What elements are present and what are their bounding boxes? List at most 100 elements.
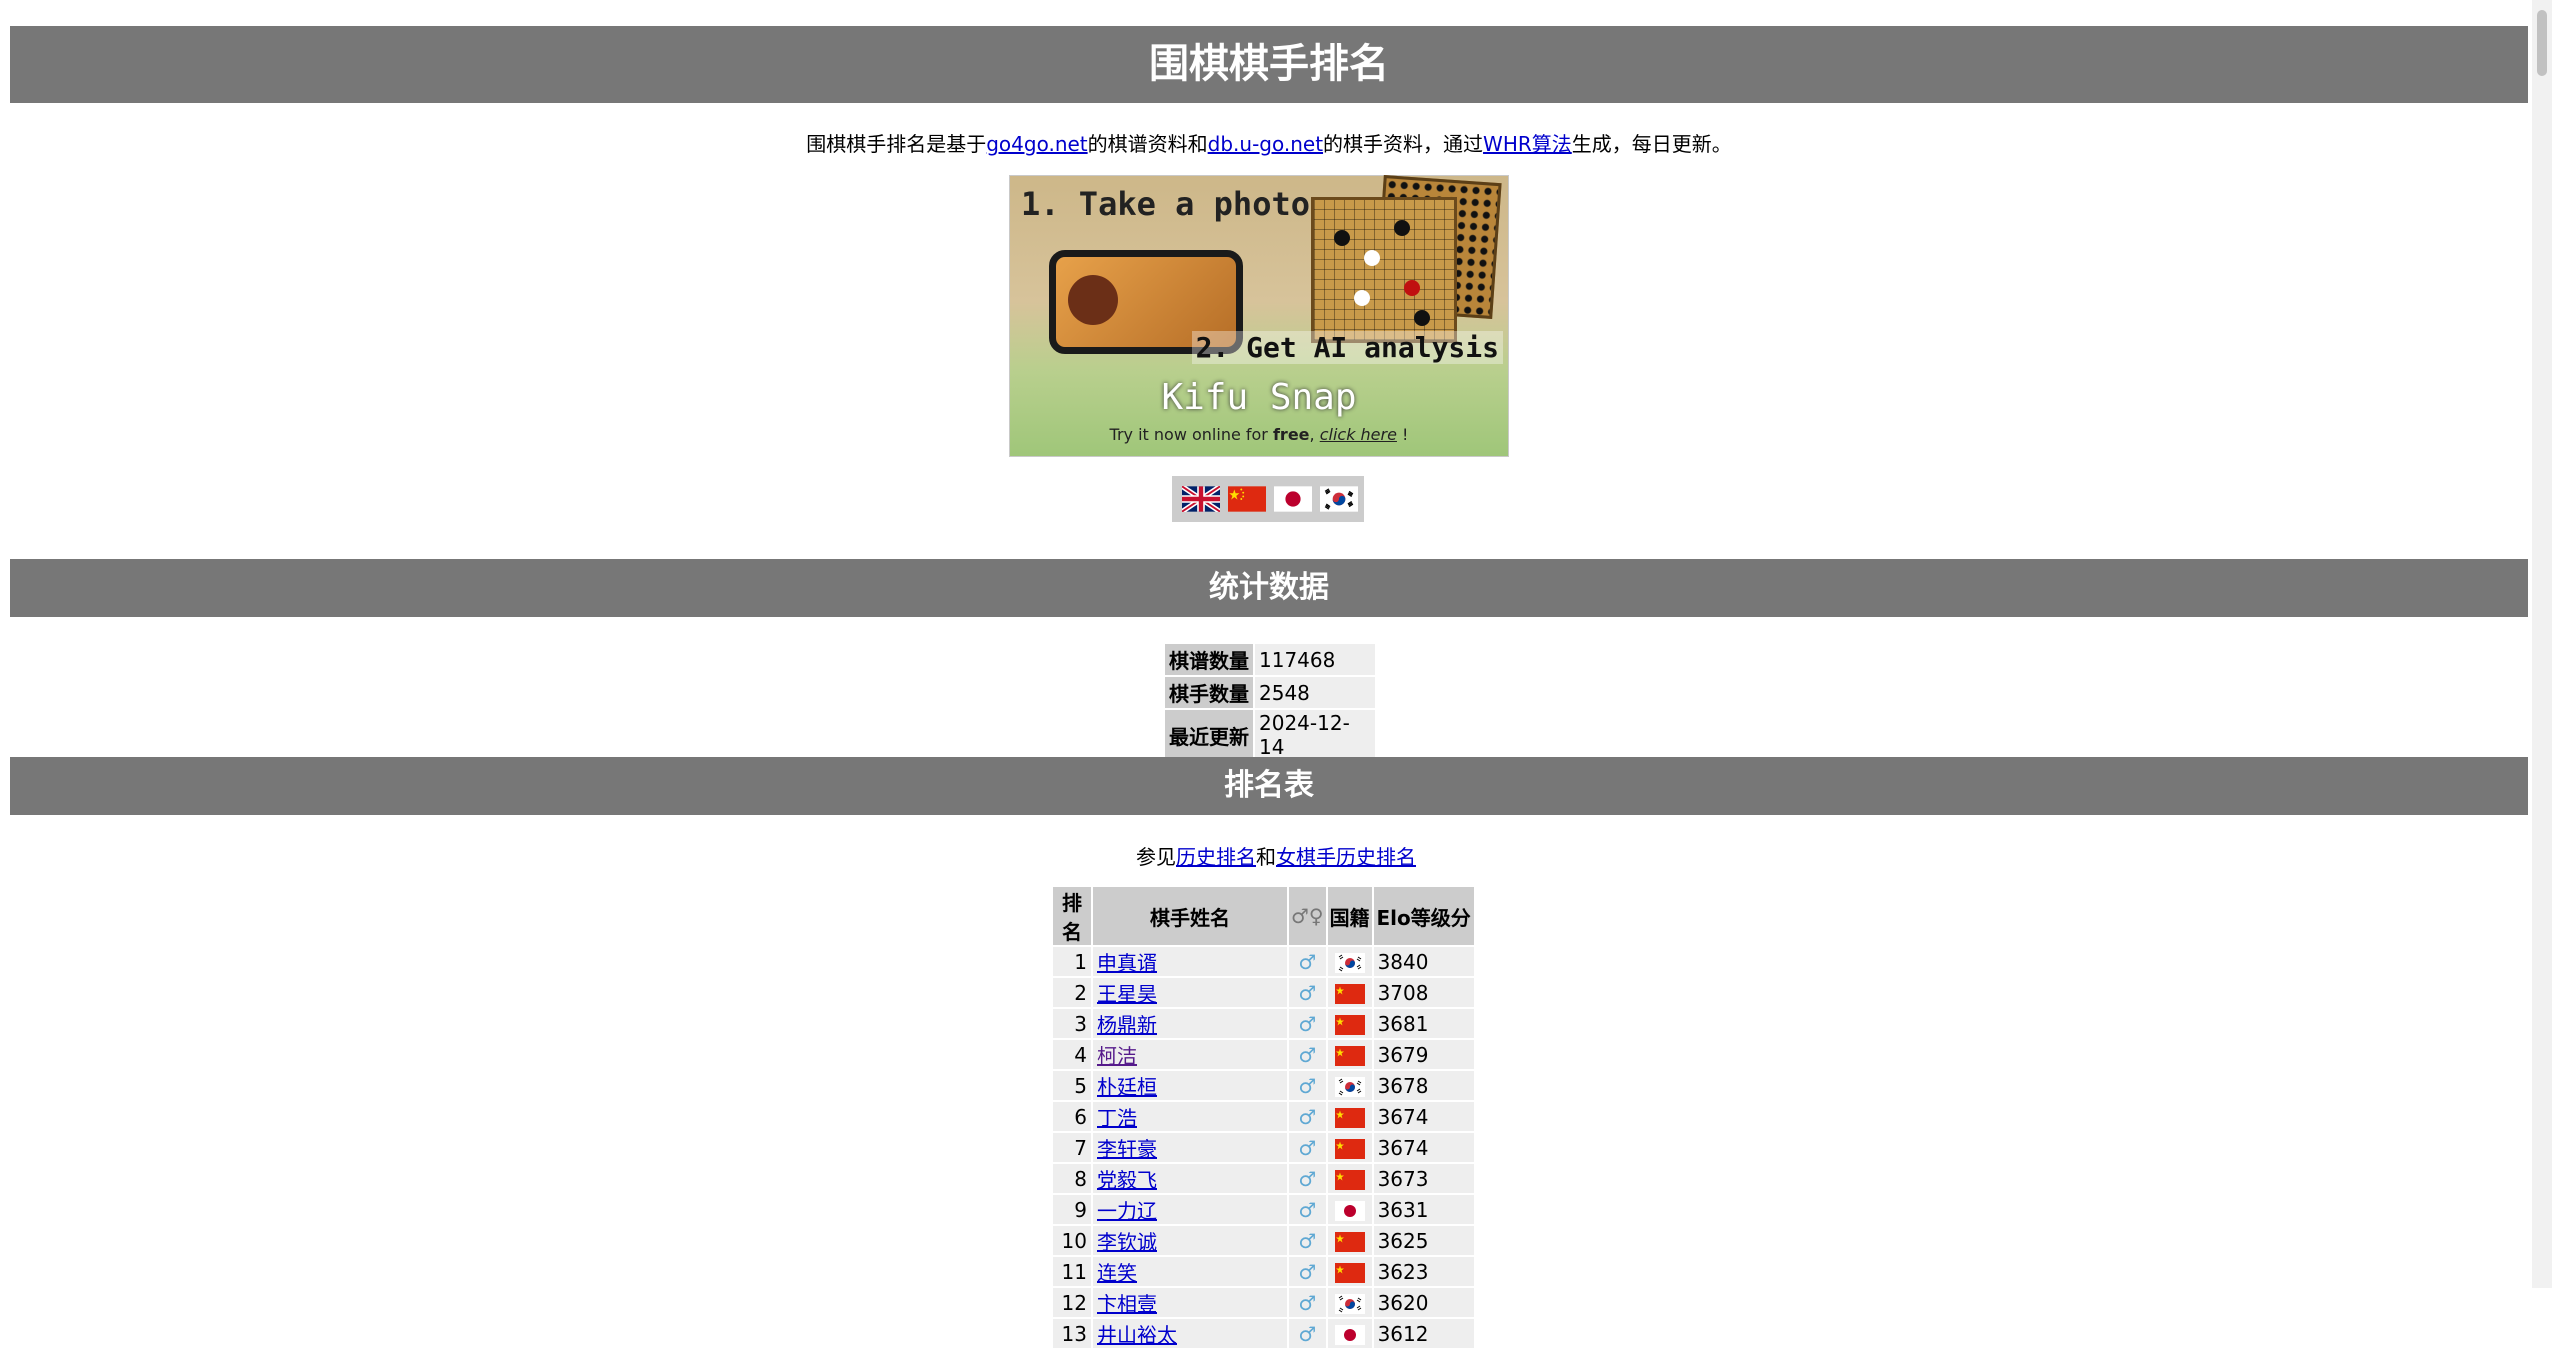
player-link[interactable]: 一力辽 xyxy=(1097,1199,1157,1223)
banner-step-2: 2. Get AI analysis xyxy=(1191,331,1503,364)
stats-value: 2548 xyxy=(1255,677,1375,708)
history-ranking-link[interactable]: 历史排名 xyxy=(1176,845,1256,869)
see-also-and: 和 xyxy=(1256,845,1276,869)
table-row: 6 丁浩 ♂ 3674 xyxy=(1053,1102,1474,1131)
intro-text-2: 的棋谱资料和 xyxy=(1087,132,1208,156)
china-flag-icon xyxy=(1327,1102,1372,1131)
name-cell: 一力辽 xyxy=(1093,1195,1287,1224)
china-flag-icon[interactable] xyxy=(1228,486,1266,512)
table-row: 9 一力辽 ♂ 3631 xyxy=(1053,1195,1474,1224)
col-elo: Elo等级分 xyxy=(1373,887,1474,945)
stats-label: 最近更新 xyxy=(1165,710,1253,760)
rank-cell: 8 xyxy=(1053,1164,1091,1193)
elo-cell: 3679 xyxy=(1373,1040,1474,1069)
korea-flag-icon xyxy=(1327,1288,1372,1317)
elo-cell: 3708 xyxy=(1373,978,1474,1007)
stats-row: 棋手数量 2548 xyxy=(1165,677,1375,708)
intro-text-4: 生成，每日更新。 xyxy=(1571,132,1732,156)
table-row: 4 柯洁 ♂ 3679 xyxy=(1053,1040,1474,1069)
player-link[interactable]: 李轩豪 xyxy=(1097,1137,1157,1161)
elo-cell: 3625 xyxy=(1373,1226,1474,1255)
elo-cell: 3612 xyxy=(1373,1319,1474,1348)
player-link[interactable]: 党毅飞 xyxy=(1097,1168,1157,1192)
rank-cell: 1 xyxy=(1053,947,1091,976)
name-cell: 党毅飞 xyxy=(1093,1164,1287,1193)
ranking-header-row: 排名 棋手姓名 ♂♀ 国籍 Elo等级分 xyxy=(1053,887,1474,945)
stats-label: 棋谱数量 xyxy=(1165,644,1253,675)
intro-text-3: 的棋手资料，通过 xyxy=(1323,132,1484,156)
red-marker-stone xyxy=(1404,280,1420,296)
name-cell: 连笑 xyxy=(1093,1257,1287,1286)
kifu-snap-banner[interactable]: 1. Take a photo 2. Get AI analysis Kifu … xyxy=(1009,175,1509,457)
korea-flag-icon[interactable] xyxy=(1320,486,1358,512)
player-link[interactable]: 连笑 xyxy=(1097,1261,1137,1285)
player-link[interactable]: 杨鼎新 xyxy=(1097,1013,1157,1037)
banner-cta-free: free xyxy=(1272,425,1310,444)
player-link[interactable]: 李钦诚 xyxy=(1097,1230,1157,1254)
korea-flag-icon xyxy=(1327,947,1372,976)
male-icon: ♂ xyxy=(1289,1102,1326,1131)
table-row: 10 李钦诚 ♂ 3625 xyxy=(1053,1226,1474,1255)
name-cell: 李钦诚 xyxy=(1093,1226,1287,1255)
player-link[interactable]: 朴廷桓 xyxy=(1097,1075,1157,1099)
rank-cell: 12 xyxy=(1053,1288,1091,1317)
go4go-link[interactable]: go4go.net xyxy=(986,132,1087,156)
elo-cell: 3620 xyxy=(1373,1288,1474,1317)
elo-cell: 3678 xyxy=(1373,1071,1474,1100)
elo-cell: 3681 xyxy=(1373,1009,1474,1038)
male-icon: ♂ xyxy=(1289,1040,1326,1069)
col-sex: ♂♀ xyxy=(1289,887,1326,945)
elo-cell: 3673 xyxy=(1373,1164,1474,1193)
rank-cell: 13 xyxy=(1053,1319,1091,1348)
black-stone xyxy=(1334,230,1350,246)
name-cell: 卞相壹 xyxy=(1093,1288,1287,1317)
black-stone xyxy=(1394,220,1410,236)
go-bowl-illustration xyxy=(1068,275,1118,325)
banner-cta-sep: , xyxy=(1309,425,1320,444)
page-title: 围棋棋手排名 xyxy=(10,26,2528,103)
table-row: 11 连笑 ♂ 3623 xyxy=(1053,1257,1474,1286)
banner-cta: Try it now online for free, click here ! xyxy=(1009,425,1509,444)
ugo-db-link[interactable]: db.u-go.net xyxy=(1208,132,1323,156)
name-cell: 丁浩 xyxy=(1093,1102,1287,1131)
player-link[interactable]: 申真谞 xyxy=(1097,951,1157,975)
rank-cell: 7 xyxy=(1053,1133,1091,1162)
scrollbar-thumb[interactable] xyxy=(2537,10,2547,76)
player-link[interactable]: 卞相壹 xyxy=(1097,1292,1157,1316)
elo-cell: 3674 xyxy=(1373,1102,1474,1131)
player-link[interactable]: 王星昊 xyxy=(1097,982,1157,1006)
stats-row: 棋谱数量 117468 xyxy=(1165,644,1375,675)
vertical-scrollbar[interactable] xyxy=(2532,0,2552,1288)
japan-flag-icon[interactable] xyxy=(1274,486,1312,512)
rank-cell: 11 xyxy=(1053,1257,1091,1286)
female-history-ranking-link[interactable]: 女棋手历史排名 xyxy=(1276,845,1416,869)
china-flag-icon xyxy=(1327,1040,1372,1069)
male-icon: ♂ xyxy=(1289,1319,1326,1348)
table-row: 8 党毅飞 ♂ 3673 xyxy=(1053,1164,1474,1193)
col-nationality: 国籍 xyxy=(1327,887,1372,945)
banner-click-here-link[interactable]: click here xyxy=(1320,425,1397,444)
male-icon: ♂ xyxy=(1289,1226,1326,1255)
player-link[interactable]: 丁浩 xyxy=(1097,1106,1137,1130)
english-flag-icon[interactable] xyxy=(1182,486,1220,512)
male-icon: ♂ xyxy=(1289,1071,1326,1100)
name-cell: 申真谞 xyxy=(1093,947,1287,976)
ranking-table: 排名 棋手姓名 ♂♀ 国籍 Elo等级分 1 申真谞 ♂ 3840 2 王星昊 ♂ 3708 3… xyxy=(1051,885,1476,1350)
whr-link[interactable]: WHR算法 xyxy=(1483,132,1572,156)
intro-text: 围棋棋手排名是基于go4go.net的棋谱资料和db.u-go.net的棋手资料… xyxy=(10,130,2528,158)
black-stone xyxy=(1414,310,1430,326)
see-also-line: 参见历史排名和女棋手历史排名 xyxy=(0,841,2552,870)
male-icon: ♂ xyxy=(1289,947,1326,976)
table-row: 3 杨鼎新 ♂ 3681 xyxy=(1053,1009,1474,1038)
male-icon: ♂ xyxy=(1289,978,1326,1007)
player-link[interactable]: 井山裕太 xyxy=(1097,1323,1177,1347)
name-cell: 朴廷桓 xyxy=(1093,1071,1287,1100)
see-also-prefix: 参见 xyxy=(1136,845,1176,869)
elo-cell: 3674 xyxy=(1373,1133,1474,1162)
rank-cell: 10 xyxy=(1053,1226,1091,1255)
table-row: 12 卞相壹 ♂ 3620 xyxy=(1053,1288,1474,1317)
rank-cell: 6 xyxy=(1053,1102,1091,1131)
ranking-heading: 排名表 xyxy=(10,757,2528,815)
go-board-illustration xyxy=(1311,197,1457,343)
player-link[interactable]: 柯洁 xyxy=(1097,1044,1137,1068)
